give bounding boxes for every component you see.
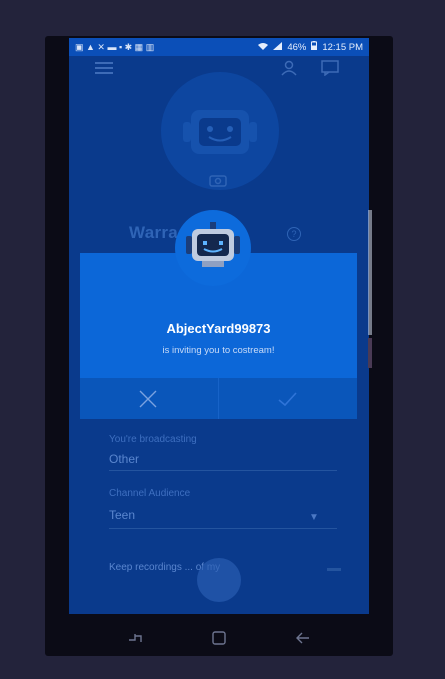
recording-toggle[interactable] bbox=[197, 558, 241, 602]
robot-avatar-icon bbox=[186, 222, 240, 267]
chevron-down-icon: ▼ bbox=[309, 512, 319, 523]
invite-message: is inviting you to costream! bbox=[162, 345, 275, 356]
close-icon bbox=[139, 390, 157, 408]
signal-icon bbox=[273, 41, 283, 53]
help-icon[interactable]: ? bbox=[287, 227, 301, 241]
app-screen: ▣ ▲ ✕ ▬ ▪ ✱ ▦ ▥ 46% 12:15 PM Warra... 7 … bbox=[69, 38, 369, 614]
divider bbox=[109, 528, 337, 529]
inviter-name: AbjectYard99873 bbox=[166, 321, 271, 336]
battery-percent: 46% bbox=[287, 41, 307, 53]
audience-label: Channel Audience bbox=[109, 488, 191, 499]
notification-icons: ▣ ▲ ✕ ▬ ▪ ✱ ▦ ▥ bbox=[75, 41, 155, 52]
system-navigation-bar bbox=[45, 622, 393, 656]
scroll-indicator bbox=[368, 210, 372, 335]
phone-frame: ▣ ▲ ✕ ▬ ▪ ✱ ▦ ▥ 46% 12:15 PM Warra... 7 … bbox=[45, 36, 393, 656]
home-icon[interactable] bbox=[211, 630, 227, 646]
check-icon bbox=[278, 392, 297, 407]
dialog-actions bbox=[80, 378, 357, 419]
battery-icon bbox=[311, 41, 318, 53]
divider bbox=[109, 470, 337, 471]
toggle-track bbox=[327, 568, 341, 571]
status-right: 46% 12:15 PM bbox=[258, 41, 363, 53]
broadcasting-value[interactable]: Other bbox=[109, 452, 139, 466]
audience-value[interactable]: Teen bbox=[109, 508, 135, 522]
decline-button[interactable] bbox=[80, 378, 219, 419]
accept-button[interactable] bbox=[219, 378, 357, 419]
edge-panel-handle[interactable] bbox=[368, 338, 372, 368]
status-bar: ▣ ▲ ✕ ▬ ▪ ✱ ▦ ▥ 46% 12:15 PM bbox=[69, 38, 369, 56]
add-friend-icon[interactable] bbox=[281, 60, 299, 76]
camera-icon[interactable] bbox=[209, 173, 227, 187]
inviter-avatar bbox=[175, 210, 251, 286]
wifi-icon bbox=[258, 42, 269, 53]
recent-apps-icon[interactable] bbox=[127, 630, 143, 646]
broadcasting-label: You're broadcasting bbox=[109, 434, 197, 445]
back-icon[interactable] bbox=[295, 630, 311, 646]
menu-icon[interactable] bbox=[95, 62, 113, 74]
message-icon[interactable] bbox=[321, 60, 339, 76]
clock: 12:15 PM bbox=[322, 41, 363, 53]
